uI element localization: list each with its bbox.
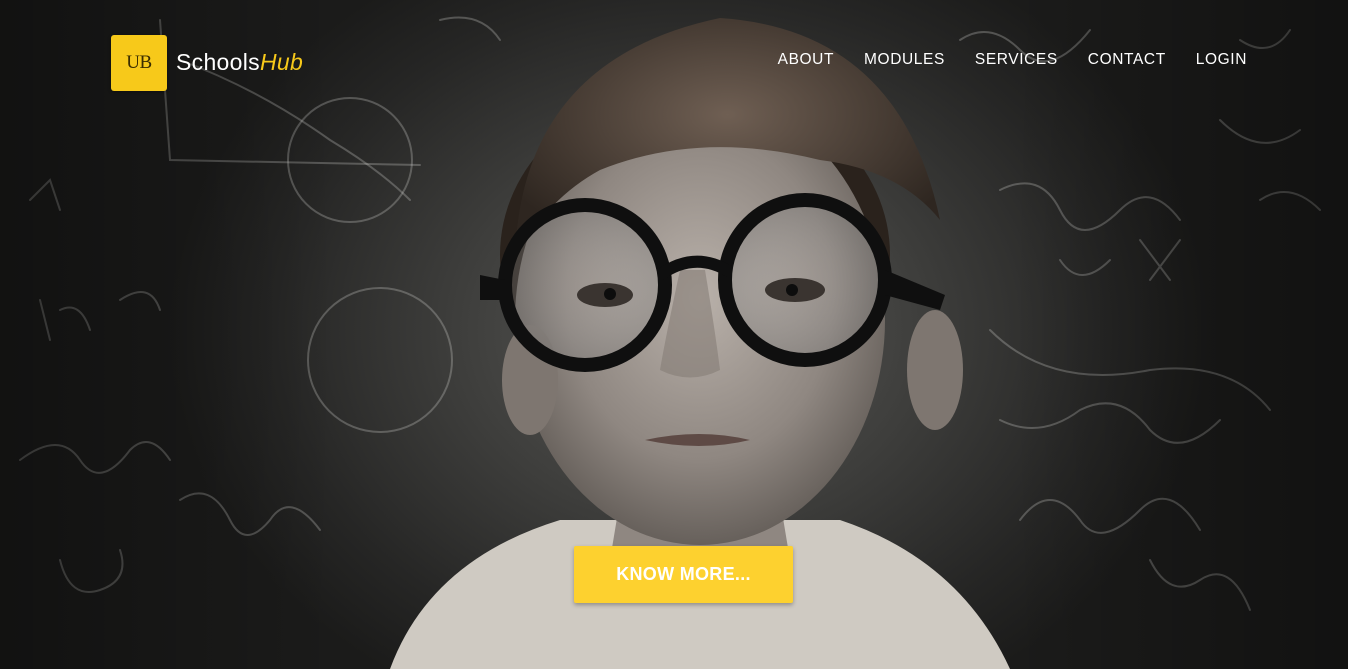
nav-services[interactable]: SERVICES: [975, 50, 1058, 70]
nav-login[interactable]: LOGIN: [1196, 50, 1247, 70]
logo-badge: UB: [111, 34, 167, 91]
hero-section: UB SchoolsHub ABOUT MODULES SERVICES CON…: [0, 0, 1348, 669]
logo-text: SchoolsHub: [176, 49, 303, 76]
nav-contact[interactable]: CONTACT: [1088, 50, 1166, 70]
main-nav: ABOUT MODULES SERVICES CONTACT LOGIN: [778, 50, 1247, 70]
logo-name-accent: Hub: [259, 49, 304, 75]
logo-name: Schools: [176, 49, 260, 75]
logo-badge-text: UB: [126, 51, 152, 73]
nav-modules[interactable]: MODULES: [864, 50, 945, 70]
nav-about[interactable]: ABOUT: [778, 50, 834, 70]
know-more-button[interactable]: KNOW MORE...: [574, 546, 793, 603]
logo[interactable]: UB SchoolsHub: [111, 34, 303, 91]
